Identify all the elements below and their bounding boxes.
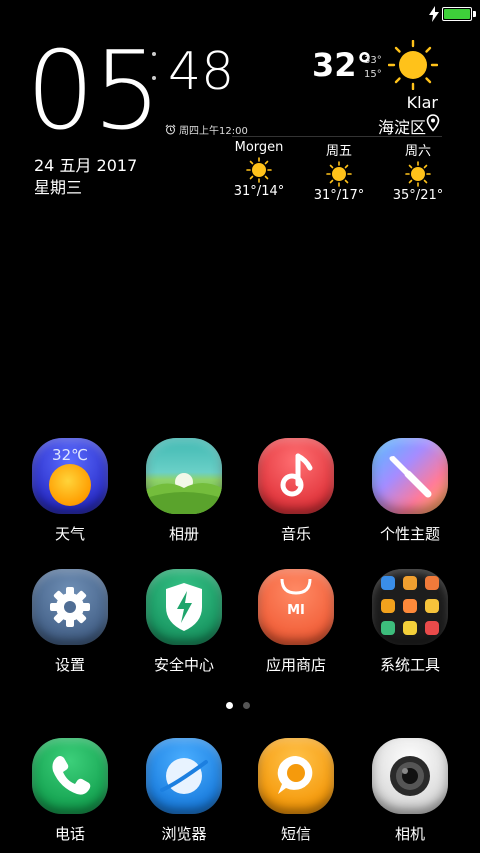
system-tools-folder-icon bbox=[372, 569, 448, 645]
app-store-icon: MI bbox=[258, 569, 334, 645]
security-icon bbox=[146, 569, 222, 645]
phone-icon bbox=[32, 738, 108, 814]
app-phone[interactable]: 电话 bbox=[22, 738, 118, 844]
sun-icon bbox=[405, 161, 431, 187]
alarm-icon bbox=[165, 124, 176, 135]
weather-icon: 32℃ bbox=[32, 438, 108, 514]
app-label: 相机 bbox=[394, 825, 425, 843]
clock-minutes[interactable]: 48 bbox=[168, 42, 234, 102]
app-themes[interactable]: 个性主题 bbox=[362, 438, 458, 544]
page-dot-active[interactable] bbox=[226, 702, 233, 709]
clock-separator bbox=[152, 52, 158, 92]
weather-icon-badge: 32℃ bbox=[52, 446, 88, 464]
app-label: 系统工具 bbox=[379, 656, 440, 674]
app-music[interactable]: 音乐 bbox=[248, 438, 344, 544]
app-settings[interactable]: 设置 bbox=[22, 569, 118, 675]
forecast-day: 周六 35°/21° bbox=[378, 140, 458, 203]
app-label: 天气 bbox=[54, 525, 85, 543]
sun-icon bbox=[246, 157, 272, 183]
app-store[interactable]: MI 应用商店 bbox=[248, 569, 344, 675]
page-dot[interactable] bbox=[243, 702, 250, 709]
settings-icon bbox=[32, 569, 108, 645]
weekday-label: 星期三 bbox=[34, 178, 83, 197]
themes-icon bbox=[372, 438, 448, 514]
app-camera[interactable]: 相机 bbox=[362, 738, 458, 844]
clock-hours[interactable]: 05 bbox=[26, 38, 161, 146]
app-label: 电话 bbox=[54, 825, 85, 843]
temp-low: 15° bbox=[364, 69, 382, 80]
app-label: 个性主题 bbox=[379, 525, 440, 543]
location-pin-icon bbox=[426, 114, 440, 132]
browser-icon bbox=[146, 738, 222, 814]
app-messages[interactable]: 短信 bbox=[248, 738, 344, 844]
app-label: 应用商店 bbox=[265, 656, 326, 674]
messages-icon bbox=[258, 738, 334, 814]
app-label: 安全中心 bbox=[153, 656, 214, 674]
app-label: 短信 bbox=[280, 825, 311, 843]
app-browser[interactable]: 浏览器 bbox=[136, 738, 232, 844]
charging-icon bbox=[429, 6, 439, 22]
forecast-day: Morgen 31°/14° bbox=[219, 140, 299, 199]
battery-tip bbox=[473, 11, 476, 17]
forecast-range: 31°/17° bbox=[313, 188, 365, 203]
weather-location[interactable]: 海淀区 bbox=[356, 114, 426, 138]
alarm-time: 周四上午12:00 bbox=[179, 126, 248, 137]
app-gallery[interactable]: 相册 bbox=[136, 438, 232, 544]
sun-icon bbox=[326, 161, 352, 187]
forecast-day-name: 周五 bbox=[325, 144, 352, 159]
temp-high: 33° bbox=[364, 55, 382, 66]
forecast-range: 35°/21° bbox=[392, 188, 444, 203]
date-label: 24 五月 2017 bbox=[34, 156, 138, 175]
app-label: 设置 bbox=[54, 656, 85, 674]
gallery-icon bbox=[146, 438, 222, 514]
app-label: 音乐 bbox=[280, 525, 311, 543]
folder-system-tools[interactable]: 系统工具 bbox=[362, 569, 458, 675]
app-weather[interactable]: 32℃ 天气 bbox=[22, 438, 118, 544]
app-label: 浏览器 bbox=[161, 825, 207, 843]
app-label: 相册 bbox=[168, 525, 199, 543]
battery-icon bbox=[442, 7, 472, 21]
page-indicator[interactable] bbox=[226, 702, 250, 709]
forecast-day-name: Morgen bbox=[234, 140, 284, 155]
music-icon bbox=[258, 438, 334, 514]
forecast-day-name: 周六 bbox=[404, 144, 431, 159]
sun-icon bbox=[388, 40, 438, 90]
app-security[interactable]: 安全中心 bbox=[136, 569, 232, 675]
forecast-range: 31°/14° bbox=[233, 184, 285, 199]
store-badge: MI bbox=[287, 603, 305, 618]
next-alarm[interactable]: 周四上午12:00 bbox=[165, 122, 248, 137]
forecast-day: 周五 31°/17° bbox=[299, 140, 379, 203]
camera-icon bbox=[372, 738, 448, 814]
weather-divider bbox=[232, 136, 442, 137]
weather-condition: Klar bbox=[406, 93, 438, 112]
